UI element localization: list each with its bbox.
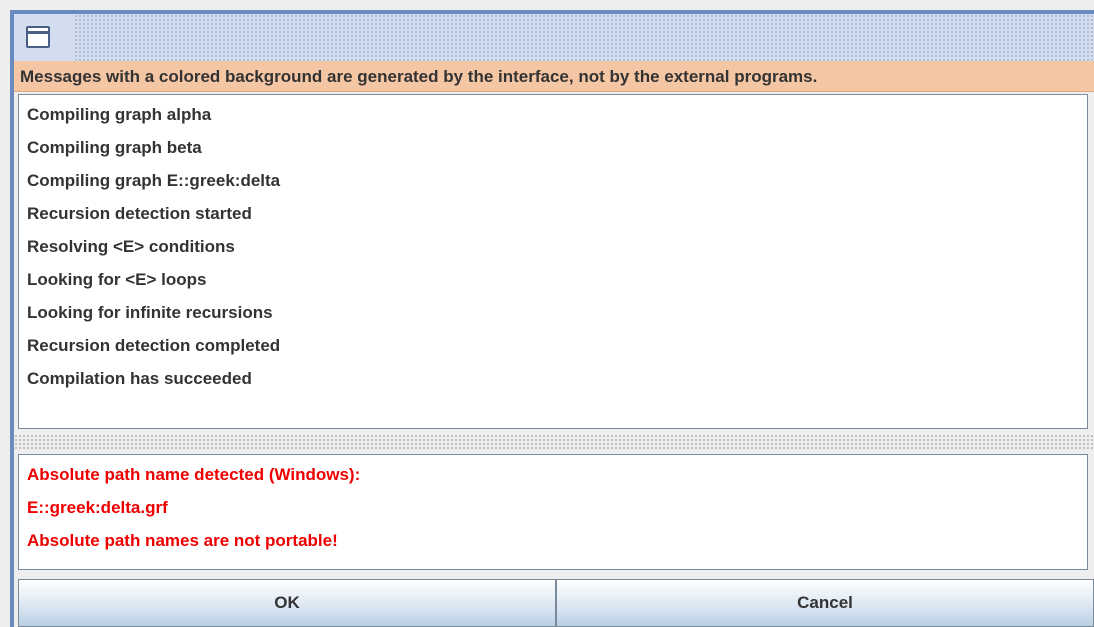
log-line: Looking for <E> loops xyxy=(27,270,207,289)
title-bar[interactable] xyxy=(14,14,1094,61)
compilation-dialog: Messages with a colored background are g… xyxy=(0,0,1094,627)
error-line: Absolute path name detected (Windows): xyxy=(27,465,361,484)
error-line: E::greek:delta.grf xyxy=(27,498,168,517)
split-pane-divider[interactable] xyxy=(14,434,1094,450)
cancel-button[interactable]: Cancel xyxy=(556,579,1094,627)
log-line: Resolving <E> conditions xyxy=(27,237,235,256)
log-line: Recursion detection completed xyxy=(27,336,281,355)
log-line: Compiling graph alpha xyxy=(27,105,212,124)
log-line: Compiling graph E::greek:delta xyxy=(27,171,281,190)
window-icon[interactable] xyxy=(26,26,50,48)
error-log-pane[interactable]: Absolute path name detected (Windows): E… xyxy=(18,454,1088,570)
button-bar: OK Cancel xyxy=(14,579,1094,627)
log-line: Compiling graph beta xyxy=(27,138,202,157)
compilation-log-pane[interactable]: Compiling graph alpha Compiling graph be… xyxy=(18,94,1088,429)
log-line: Compilation has succeeded xyxy=(27,369,252,388)
ok-button[interactable]: OK xyxy=(18,579,556,627)
log-line: Recursion detection started xyxy=(27,204,252,223)
info-banner: Messages with a colored background are g… xyxy=(14,61,1094,92)
log-line: Looking for infinite recursions xyxy=(27,303,273,322)
info-banner-text: Messages with a colored background are g… xyxy=(20,67,818,86)
error-line: Absolute path names are not portable! xyxy=(27,531,338,550)
window-frame-left xyxy=(10,10,14,627)
